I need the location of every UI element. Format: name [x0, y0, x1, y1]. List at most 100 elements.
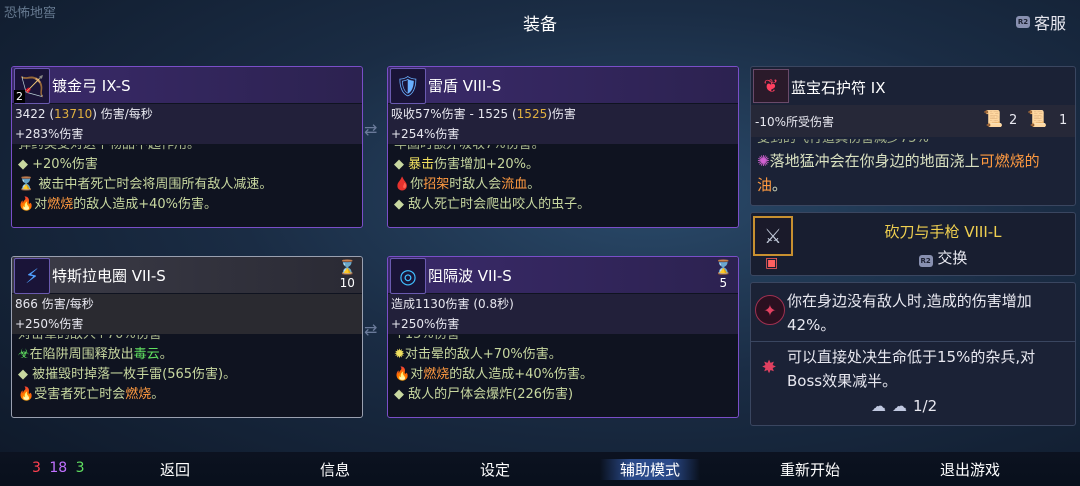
weapon-effects: 牢固时额外吸收7%伤害。 ◆ 暴击伤害增加+20%。 🩸你招架时敌人会流血。 ◆… [394, 145, 734, 215]
wave-icon: ◎ [390, 258, 426, 294]
bottom-menu-bar: 3 18 3 返回 信息 设定 辅助模式 重新开始 退出游戏 [0, 452, 1080, 486]
skill-effects: 对击晕的敌人+70%伤害 ☣在陷阱周围释放出毒云。 ◆ 被摧毁时掉落一枚手雷(5… [18, 335, 358, 405]
oil-icon: ✺ [757, 152, 770, 170]
effect-line: ◆ 敌人的尸体会爆炸(226伤害) [394, 387, 574, 402]
tesla-coil-icon: ⚡ [14, 258, 50, 294]
effect-line: ◆ 被摧毁时掉落一枚手雷(565伤害)。 [18, 367, 237, 382]
menu-back[interactable]: 返回 [160, 459, 190, 480]
prev-page-icon[interactable]: ☁ [871, 397, 886, 415]
damage-bonus: +250%伤害 [15, 317, 84, 331]
mutation-item[interactable]: ✦ 你在身边没有敌人时,造成的伤害增加42%。 [751, 283, 1075, 342]
effect-line: 🔥对燃烧的敌人造成+40%伤害。 [394, 367, 594, 382]
mutation-text: 可以直接处决生命低于15%的杂兵,对Boss效果减半。 [787, 348, 1036, 390]
tactics-count: 18 [49, 460, 68, 476]
page-title: 装备 [523, 15, 557, 35]
swap-arrows-icon: ⇄ [364, 120, 378, 139]
skill-card-tesla[interactable]: ⚡ 特斯拉电圈 VII-S ⌛10 866 伤害/每秒 +250%伤害 对击晕的… [11, 256, 363, 418]
fire-icon: 🔥 [394, 367, 411, 382]
effect-line: ◆ +20%伤害 [18, 157, 98, 172]
mutations-panel: ✦ 你在身边没有敌人时,造成的伤害增加42%。 ✸ 可以直接处决生命低于15%的… [750, 282, 1076, 426]
swap-arrows-icon: ⇄ [364, 320, 378, 339]
shield-icon: 🛡 [390, 68, 426, 104]
effect-line: ◆ 暴击伤害增加+20%。 [394, 157, 539, 172]
page-indicator: 1/2 [913, 397, 938, 415]
scroll-count: 1 [1059, 113, 1068, 128]
weapon-name: 镀金弓 IX-S [52, 77, 131, 95]
fire-icon: 🔥 [18, 387, 35, 402]
poison-icon: ☣ [18, 347, 30, 362]
skin-label: 客服 [1033, 14, 1066, 33]
damage-text: 造成1130伤害 (0.8秒) [391, 297, 514, 311]
effect-line: 🩸你招架时敌人会流血。 [394, 177, 541, 192]
card-header: ⚡ 特斯拉电圈 VII-S ⌛ 10 [12, 257, 362, 294]
execution-icon: ✸ [761, 356, 777, 378]
swap-button[interactable]: R2 交换 [811, 247, 1075, 268]
scroll-tag-icon: ▣ [765, 255, 779, 271]
absorb-text: 吸收57%伤害 - 1525 ( [391, 107, 517, 121]
effect-line: 🔥对燃烧的敌人造成+40%伤害。 [18, 197, 218, 212]
menu-assist-mode[interactable]: 辅助模式 [600, 459, 701, 480]
amulet-stats: -10%所受伤害 📜 2 📜 1 [751, 105, 1075, 137]
weapon-effects: 弹药类受对这个物品不起作用。 ◆ +20%伤害 ⌛ 被击中者死亡时会将周围所有敌… [18, 145, 358, 215]
machete-pistol-icon: ⚔ [753, 216, 793, 256]
r2-button-icon: R2 [918, 255, 933, 267]
amulet-name: 蓝宝石护符 IX [791, 79, 886, 97]
effect-line: 受到的飞行道具伤害减少75% [757, 139, 929, 145]
skill-stats: 866 伤害/每秒 +250%伤害 [12, 294, 362, 334]
amulet-stat-text: -10%所受伤害 [755, 115, 835, 129]
swap-label: 交换 [937, 249, 968, 267]
effect-line: 🔥受害者死亡时会燃烧。 [18, 387, 165, 402]
cooldown: ⌛ 10 [338, 260, 356, 290]
effect-line: ☣在陷阱周围释放出毒云。 [18, 347, 173, 362]
mutation-item[interactable]: ✸ 可以直接处决生命低于15%的杂兵,对Boss效果减半。 [751, 343, 1075, 395]
item-count-badge: 2 [14, 90, 25, 103]
pickup-name: 砍刀与手枪 VIII-L [884, 223, 1002, 241]
effect-line: 对击晕的敌人+70%伤害 [18, 335, 358, 345]
weapon-stats: 3422 (13710) 伤害/每秒 +283%伤害 [12, 104, 362, 144]
stun-icon: ✹ [394, 347, 405, 362]
hourglass-icon: ⌛ [338, 260, 356, 276]
card-header: 🛡 雷盾 VIII-S [388, 67, 738, 104]
dps-text: 866 伤害/每秒 [15, 297, 94, 311]
menu-info[interactable]: 信息 [320, 459, 350, 480]
effect-line: +15%伤害 [394, 335, 734, 345]
effect-line: 弹药类受对这个物品不起作用。 [18, 145, 358, 155]
effect-line: ✹对击晕的敌人+70%伤害。 [394, 347, 562, 362]
skill-effects: +15%伤害 ✹对击晕的敌人+70%伤害。 🔥对燃烧的敌人造成+40%伤害。 ◆… [394, 335, 734, 405]
card-header: 🏹 2 镀金弓 IX-S [12, 67, 362, 104]
skill-stats: 造成1130伤害 (0.8秒) +250%伤害 [388, 294, 738, 334]
damage-bonus: +254%伤害 [391, 127, 460, 141]
damage-bonus: +250%伤害 [391, 317, 460, 331]
menu-settings[interactable]: 设定 [480, 459, 510, 480]
skin-button[interactable]: R2 客服 [1015, 10, 1066, 34]
damage-unit: )伤害 [547, 107, 576, 121]
cooldown: ⌛ 5 [714, 260, 732, 290]
mutation-icon: ✦ [755, 295, 785, 325]
amulet-panel[interactable]: ❦ 蓝宝石护符 IX -10%所受伤害 📜 2 📜 1 受到的飞行道具伤害减少7… [750, 66, 1076, 206]
dps-unit: ) 伤害/每秒 [92, 107, 153, 121]
menu-restart[interactable]: 重新开始 [780, 459, 840, 480]
resource-counts: 3 18 3 [32, 460, 85, 476]
skill-name: 阻隔波 VII-S [428, 267, 512, 285]
dps-max: 13710 [54, 107, 93, 121]
dps-text: 3422 ( [15, 107, 55, 121]
weapon-stats: 吸收57%伤害 - 1525 (1525)伤害 +254%伤害 [388, 104, 738, 144]
scroll-survival-icon: 📜 [1027, 109, 1047, 128]
weapon-card-bow[interactable]: 🏹 2 镀金弓 IX-S 3422 (13710) 伤害/每秒 +283%伤害 … [11, 66, 363, 228]
effect-line: ◆ 敌人死亡时会爬出咬人的虫子。 [394, 197, 591, 212]
amulet-icon: ❦ [753, 69, 789, 103]
page-navigator[interactable]: ☁ ☁ 1/2 [871, 397, 937, 415]
scroll-brutality-icon: 📜 [983, 109, 1003, 128]
brutality-count: 3 [32, 460, 41, 476]
hourglass-icon: ⌛ [714, 260, 732, 276]
fire-icon: 🔥 [18, 197, 35, 212]
skill-card-wave[interactable]: ◎ 阻隔波 VII-S ⌛5 造成1130伤害 (0.8秒) +250%伤害 +… [387, 256, 739, 418]
pickup-panel[interactable]: ⚔ ▣ 砍刀与手枪 VIII-L R2 交换 [750, 212, 1076, 276]
blood-icon: 🩸 [394, 177, 411, 192]
mutation-text: 你在身边没有敌人时,造成的伤害增加42%。 [787, 292, 1032, 334]
menu-quit[interactable]: 退出游戏 [940, 459, 1000, 480]
weapon-card-shield[interactable]: 🛡 雷盾 VIII-S 吸收57%伤害 - 1525 (1525)伤害 +254… [387, 66, 739, 228]
next-page-icon[interactable]: ☁ [892, 397, 907, 415]
weapon-name: 雷盾 VIII-S [428, 77, 502, 95]
effect-line: 牢固时额外吸收7%伤害。 [394, 145, 734, 155]
